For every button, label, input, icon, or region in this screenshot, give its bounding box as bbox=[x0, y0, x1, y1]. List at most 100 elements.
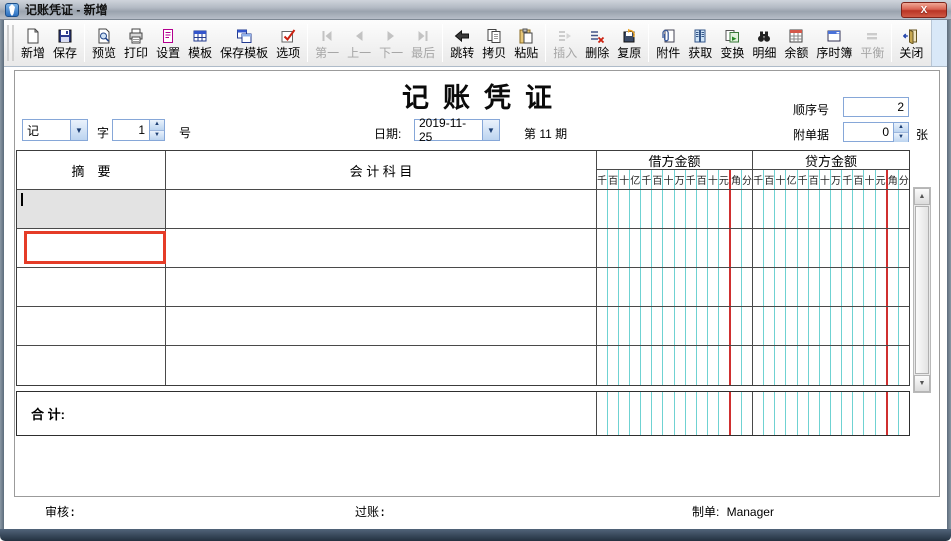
scrollbar-thumb[interactable] bbox=[915, 206, 929, 374]
credit-amount-cell[interactable] bbox=[753, 268, 909, 306]
sequence-input[interactable]: 2 bbox=[843, 97, 909, 117]
debit-digit-header: 亿 bbox=[630, 170, 642, 189]
number-suffix-label: 号 bbox=[179, 126, 192, 140]
credit-digit-cell bbox=[853, 268, 865, 306]
account-cell[interactable] bbox=[166, 346, 597, 385]
scroll-up-icon[interactable]: ▲ bbox=[914, 188, 930, 205]
account-cell[interactable] bbox=[166, 190, 597, 228]
debit-digit-cell bbox=[652, 346, 664, 385]
voucher-number-spinner[interactable]: ▲ ▼ bbox=[149, 120, 164, 140]
credit-digit-cell bbox=[753, 307, 765, 345]
debit-amount-cell[interactable] bbox=[597, 190, 753, 228]
debit-digit-cell bbox=[697, 190, 708, 228]
debit-digit-grid bbox=[597, 229, 752, 267]
debit-amount-cell[interactable] bbox=[597, 229, 753, 267]
credit-amount-cell[interactable] bbox=[753, 190, 909, 228]
toolbar-setup-button[interactable]: 设置 bbox=[152, 21, 184, 65]
total-label: 合 计: bbox=[17, 392, 597, 435]
spin-up-icon[interactable]: ▲ bbox=[150, 120, 164, 131]
account-column-header: 会 计 科 目 bbox=[166, 151, 597, 189]
debit-digit-cell bbox=[663, 190, 675, 228]
summary-cell-editing[interactable] bbox=[17, 190, 165, 228]
toolbar-close-button[interactable]: 关闭 bbox=[895, 21, 927, 65]
credit-digit-cell bbox=[809, 346, 820, 385]
period-label: 第 11 期 bbox=[524, 127, 568, 141]
toolbar-separator bbox=[648, 24, 650, 62]
toolbar-options-button[interactable]: 选项 bbox=[272, 21, 304, 65]
toolbar-gripper[interactable] bbox=[7, 25, 14, 61]
attach-input[interactable]: 0 ▲ ▼ bbox=[843, 122, 909, 142]
window-border-right bbox=[947, 20, 951, 529]
toolbar-save-button[interactable]: 保存 bbox=[49, 21, 81, 65]
date-select[interactable]: 2019-11-25 ▼ bbox=[414, 116, 500, 144]
close-door-icon bbox=[901, 27, 921, 46]
toolbar-journal-button[interactable]: 序时簿 bbox=[812, 21, 856, 65]
credit-digit-cell bbox=[899, 190, 909, 228]
grid-row bbox=[17, 268, 909, 307]
account-cell[interactable] bbox=[166, 268, 597, 306]
voucher-word-select[interactable]: 记 ▼ bbox=[22, 119, 88, 141]
credit-digit-cell bbox=[899, 307, 909, 345]
date-value: 2019-11-25 bbox=[419, 116, 467, 144]
grid-scrollbar[interactable]: ▲ ▼ bbox=[913, 187, 931, 393]
debit-digit-cell bbox=[731, 268, 743, 306]
summary-cell[interactable] bbox=[17, 268, 166, 306]
toolbar-separator bbox=[442, 24, 444, 62]
debit-digit-cell bbox=[708, 307, 719, 345]
debit-digit-cell bbox=[619, 268, 631, 306]
credit-amount-cell[interactable] bbox=[753, 346, 909, 385]
close-window-button[interactable]: X bbox=[901, 2, 947, 18]
account-cell[interactable] bbox=[166, 229, 597, 267]
selected-cell-outline[interactable] bbox=[24, 231, 166, 264]
toolbar-delete-button[interactable]: 删除 bbox=[581, 21, 613, 65]
toolbar-new-button[interactable]: 新增 bbox=[17, 21, 49, 65]
toolbar-fetch-button[interactable]: 获取 bbox=[684, 21, 716, 65]
debit-amount-cell[interactable] bbox=[597, 307, 753, 345]
credit-digit-header: 万 bbox=[831, 170, 843, 189]
toolbar-detail-button[interactable]: 明细 bbox=[748, 21, 780, 65]
summary-cell[interactable] bbox=[17, 229, 166, 267]
credit-amount-cell[interactable] bbox=[753, 307, 909, 345]
chevron-down-icon[interactable]: ▼ bbox=[482, 120, 499, 140]
toolbar: 新增 保存 预览 打印 设置 模板 保存模板 选项 第一 上一 下一 最后 跳转 拷贝 粘贴 插入 删除 复原 附件… bbox=[4, 20, 947, 67]
summary-cell[interactable] bbox=[17, 190, 166, 228]
toolbar-save-template-button[interactable]: 保存模板 bbox=[216, 21, 272, 65]
debit-digit-cell bbox=[608, 268, 620, 306]
debit-amount-cell[interactable] bbox=[597, 268, 753, 306]
debit-digit-cell bbox=[686, 268, 697, 306]
toolbar-button-label: 预览 bbox=[92, 45, 117, 60]
grid-row bbox=[17, 307, 909, 346]
toolbar-restore-button[interactable]: 复原 bbox=[613, 21, 645, 65]
toolbar-jump-button[interactable]: 跳转 bbox=[446, 21, 478, 65]
toolbar-copy-button[interactable]: 拷贝 bbox=[478, 21, 510, 65]
account-cell[interactable] bbox=[166, 307, 597, 345]
credit-digit-grid bbox=[753, 268, 909, 306]
debit-digit-grid bbox=[597, 268, 752, 306]
spin-down-icon[interactable]: ▼ bbox=[150, 130, 164, 140]
credit-amount-cell[interactable] bbox=[753, 229, 909, 267]
voucher-number-input[interactable]: 1 ▲ ▼ bbox=[112, 119, 165, 141]
summary-cell[interactable] bbox=[17, 346, 166, 385]
summary-column-header: 摘 要 bbox=[17, 151, 166, 189]
debit-digit-cell bbox=[742, 190, 752, 228]
spin-up-icon[interactable]: ▲ bbox=[894, 123, 908, 133]
toolbar-attach-button[interactable]: 附件 bbox=[652, 21, 684, 65]
credit-header-label: 贷方金额 bbox=[753, 151, 909, 170]
new-page-icon bbox=[23, 27, 43, 46]
toolbar-preview-button[interactable]: 预览 bbox=[88, 21, 120, 65]
toolbar-paste-button[interactable]: 粘贴 bbox=[510, 21, 542, 65]
debit-digit-header: 元 bbox=[719, 170, 731, 189]
attach-spinner[interactable]: ▲ ▼ bbox=[893, 123, 908, 142]
debit-digit-cell bbox=[675, 268, 686, 306]
debit-amount-cell[interactable] bbox=[597, 346, 753, 385]
toolbar-transform-button[interactable]: 变换 bbox=[716, 21, 748, 65]
toolbar-balance-button[interactable]: 余额 bbox=[780, 21, 812, 65]
summary-cell[interactable] bbox=[17, 307, 166, 345]
toolbar-template-button[interactable]: 模板 bbox=[184, 21, 216, 65]
spin-down-icon[interactable]: ▼ bbox=[894, 133, 908, 142]
toolbar-print-button[interactable]: 打印 bbox=[120, 21, 152, 65]
chevron-down-icon[interactable]: ▼ bbox=[70, 120, 87, 140]
debit-digit-cell bbox=[652, 190, 664, 228]
debit-digit-cell bbox=[731, 307, 743, 345]
scroll-down-icon[interactable]: ▼ bbox=[914, 375, 930, 392]
